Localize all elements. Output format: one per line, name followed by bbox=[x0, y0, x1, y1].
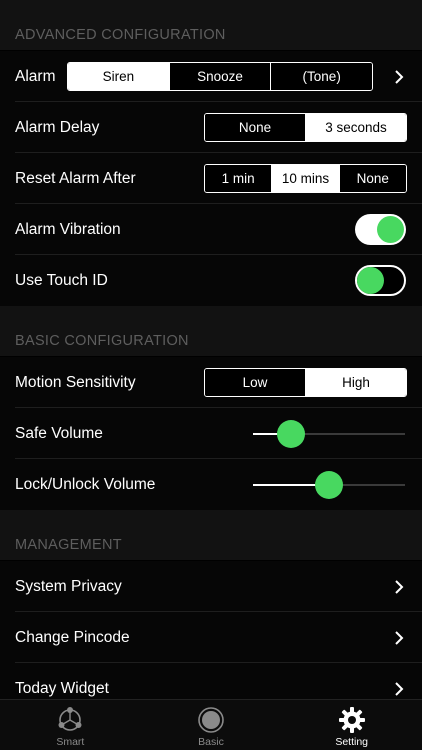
section-header-basic: BASIC CONFIGURATION bbox=[0, 306, 422, 356]
alarm-option-tone[interactable]: (Tone) bbox=[270, 63, 372, 90]
reset-alarm-label: Reset Alarm After bbox=[15, 169, 136, 187]
tab-basic[interactable]: Basic bbox=[141, 700, 282, 750]
alarm-delay-option-3-seconds[interactable]: 3 seconds bbox=[305, 114, 406, 141]
toggle-knob bbox=[357, 267, 384, 294]
safe-volume-label: Safe Volume bbox=[15, 424, 103, 442]
chevron-right-icon bbox=[395, 630, 404, 645]
alarm-delay-label: Alarm Delay bbox=[15, 118, 100, 136]
lock-volume-slider[interactable] bbox=[253, 470, 405, 499]
safe-volume-slider[interactable] bbox=[253, 419, 405, 448]
alarm-row: Alarm Siren Snooze (Tone) bbox=[0, 51, 422, 102]
alarm-delay-segmented-control: None 3 seconds bbox=[204, 113, 407, 142]
tab-smart[interactable]: Smart bbox=[0, 700, 141, 750]
tab-smart-label: Smart bbox=[56, 736, 85, 748]
tab-setting[interactable]: Setting bbox=[281, 700, 422, 750]
touch-id-label: Use Touch ID bbox=[15, 271, 108, 289]
motion-sensitivity-label: Motion Sensitivity bbox=[15, 373, 136, 391]
reset-alarm-option-10-mins[interactable]: 10 mins bbox=[271, 165, 339, 192]
change-pincode-row[interactable]: Change Pincode bbox=[0, 612, 422, 663]
reset-alarm-option-1-min[interactable]: 1 min bbox=[205, 165, 272, 192]
section-title-basic: BASIC CONFIGURATION bbox=[15, 333, 189, 349]
alarm-vibration-label: Alarm Vibration bbox=[15, 220, 121, 238]
tab-bar: Smart Basic Setting bbox=[0, 699, 422, 750]
touch-id-row: Use Touch ID bbox=[0, 255, 422, 306]
motion-option-high[interactable]: High bbox=[305, 369, 406, 396]
lock-volume-label: Lock/Unlock Volume bbox=[15, 475, 156, 493]
system-privacy-row[interactable]: System Privacy bbox=[0, 561, 422, 612]
alarm-option-snooze[interactable]: Snooze bbox=[168, 63, 271, 90]
gear-icon bbox=[338, 707, 365, 733]
motion-sensitivity-row: Motion Sensitivity Low High bbox=[0, 357, 422, 408]
slider-thumb[interactable] bbox=[277, 419, 305, 448]
alarm-vibration-row: Alarm Vibration bbox=[0, 204, 422, 255]
lock-volume-row: Lock/Unlock Volume bbox=[0, 459, 422, 510]
touch-id-toggle[interactable] bbox=[355, 265, 406, 296]
motion-option-low[interactable]: Low bbox=[205, 369, 305, 396]
section-header-management: MANAGEMENT bbox=[0, 510, 422, 560]
chevron-right-icon bbox=[395, 681, 404, 696]
toggle-knob bbox=[377, 216, 404, 243]
tab-setting-label: Setting bbox=[335, 736, 369, 748]
reset-alarm-row: Reset Alarm After 1 min 10 mins None bbox=[0, 153, 422, 204]
system-privacy-label: System Privacy bbox=[15, 577, 122, 595]
alarm-option-siren[interactable]: Siren bbox=[68, 63, 169, 90]
alarm-label: Alarm bbox=[15, 67, 56, 85]
tab-basic-label: Basic bbox=[198, 736, 224, 748]
today-widget-label: Today Widget bbox=[15, 679, 109, 697]
reset-alarm-segmented-control: 1 min 10 mins None bbox=[204, 164, 407, 193]
alarm-vibration-toggle[interactable] bbox=[355, 214, 406, 245]
chevron-right-icon bbox=[395, 579, 404, 594]
section-title-advanced: ADVANCED CONFIGURATION bbox=[15, 27, 226, 43]
reset-alarm-option-none[interactable]: None bbox=[338, 165, 406, 192]
section-title-management: MANAGEMENT bbox=[15, 537, 122, 553]
slider-thumb[interactable] bbox=[315, 470, 343, 499]
alarm-delay-row: Alarm Delay None 3 seconds bbox=[0, 102, 422, 153]
basic-circle-icon bbox=[198, 707, 224, 733]
alarm-segmented-control: Siren Snooze (Tone) bbox=[67, 62, 373, 91]
safe-volume-row: Safe Volume bbox=[0, 408, 422, 459]
section-header-advanced: ADVANCED CONFIGURATION bbox=[0, 0, 422, 50]
chevron-right-icon[interactable] bbox=[394, 69, 404, 85]
alarm-delay-option-none[interactable]: None bbox=[205, 114, 305, 141]
motion-sensitivity-segmented-control: Low High bbox=[204, 368, 407, 397]
change-pincode-label: Change Pincode bbox=[15, 628, 130, 646]
smart-network-icon bbox=[58, 707, 82, 731]
